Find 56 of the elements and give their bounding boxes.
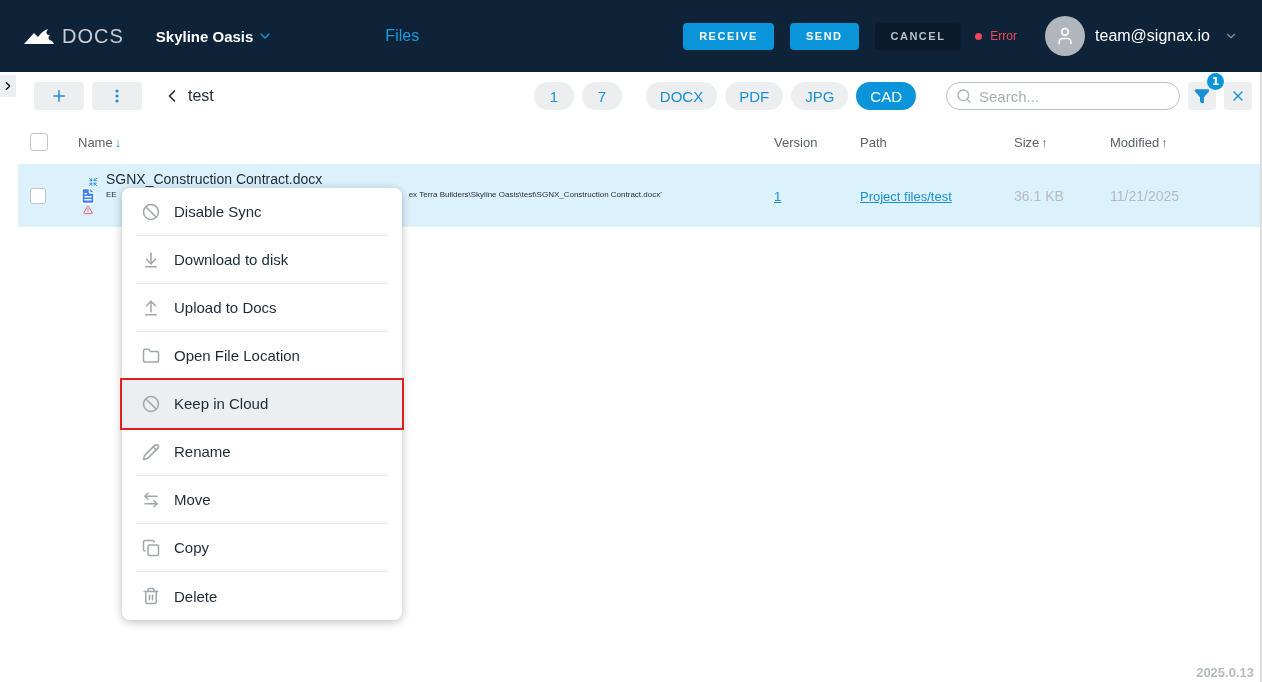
funnel-icon: [1194, 87, 1210, 105]
upload-icon: [142, 298, 160, 317]
ban-icon: [142, 394, 160, 413]
column-header[interactable]: Version: [774, 134, 818, 150]
logo-icon: [24, 27, 54, 45]
add-button[interactable]: [34, 82, 84, 110]
modified-date: 11/21/2025: [1110, 187, 1181, 204]
project-selector[interactable]: Skyline Oasis: [155, 27, 274, 45]
user-email[interactable]: team@signax.io: [1095, 27, 1210, 45]
search-field[interactable]: Search...: [946, 82, 1180, 110]
trash-icon: [142, 587, 160, 605]
document-icon: [79, 186, 97, 205]
app-logo-text: DOCS: [62, 24, 124, 48]
ban-icon: [142, 202, 160, 221]
column-header[interactable]: Name: [78, 134, 113, 150]
error-text: EE: [106, 189, 117, 199]
file-name[interactable]: SGNX_Construction Contract.docx: [106, 170, 662, 187]
version-text: 2025.0.13: [1196, 665, 1254, 680]
sort-arrow[interactable]: ↓: [114, 134, 122, 150]
sync-icon: [88, 176, 98, 187]
pencil-icon: [142, 442, 160, 461]
plus-icon: [50, 87, 68, 105]
sort-arrow[interactable]: ↑: [1161, 134, 1168, 150]
file-size: 36.1 KB: [1014, 187, 1065, 204]
more-button[interactable]: [92, 82, 142, 110]
column-header[interactable]: Size: [1014, 134, 1040, 150]
menu-item[interactable]: Upload to Docs: [136, 284, 388, 332]
row-checkbox[interactable]: [30, 187, 46, 204]
warning-icon: [83, 204, 93, 215]
menu-item[interactable]: Copy: [136, 524, 388, 572]
copy-icon: [142, 538, 160, 557]
search-icon: [956, 88, 972, 104]
status-text: Error: [990, 29, 1018, 43]
column-header[interactable]: Path: [860, 134, 887, 150]
expand-sidebar-button[interactable]: [0, 75, 16, 97]
avatar[interactable]: [1045, 16, 1086, 56]
files-nav-link[interactable]: Files: [385, 27, 420, 45]
filter-count-badge: 1: [1207, 73, 1224, 90]
more-icon: [115, 89, 119, 103]
arrows-icon: [142, 490, 160, 509]
column-header[interactable]: Modified: [1110, 134, 1160, 150]
status-dot: [975, 32, 983, 40]
menu-item[interactable]: Rename: [136, 428, 388, 476]
error-text: ex Terra Builders\Skyline Oasis\test\SGNX_Construction Contract.docx': [408, 189, 662, 199]
menu-item[interactable]: Keep in Cloud: [122, 380, 402, 428]
sort-arrow[interactable]: ↑: [1041, 134, 1048, 150]
menu-item[interactable]: Disable Sync: [136, 188, 388, 236]
menu-item[interactable]: Download to disk: [136, 236, 388, 284]
folder-icon: [142, 346, 160, 365]
clear-filter-button[interactable]: [1224, 82, 1252, 110]
download-icon: [142, 250, 160, 269]
menu-item[interactable]: Move: [136, 476, 388, 524]
back-button[interactable]: test: [162, 86, 214, 106]
cancel-button[interactable]: CANCEL: [874, 22, 962, 50]
menu-item[interactable]: Delete: [136, 572, 388, 620]
select-all-checkbox[interactable]: [30, 133, 48, 151]
